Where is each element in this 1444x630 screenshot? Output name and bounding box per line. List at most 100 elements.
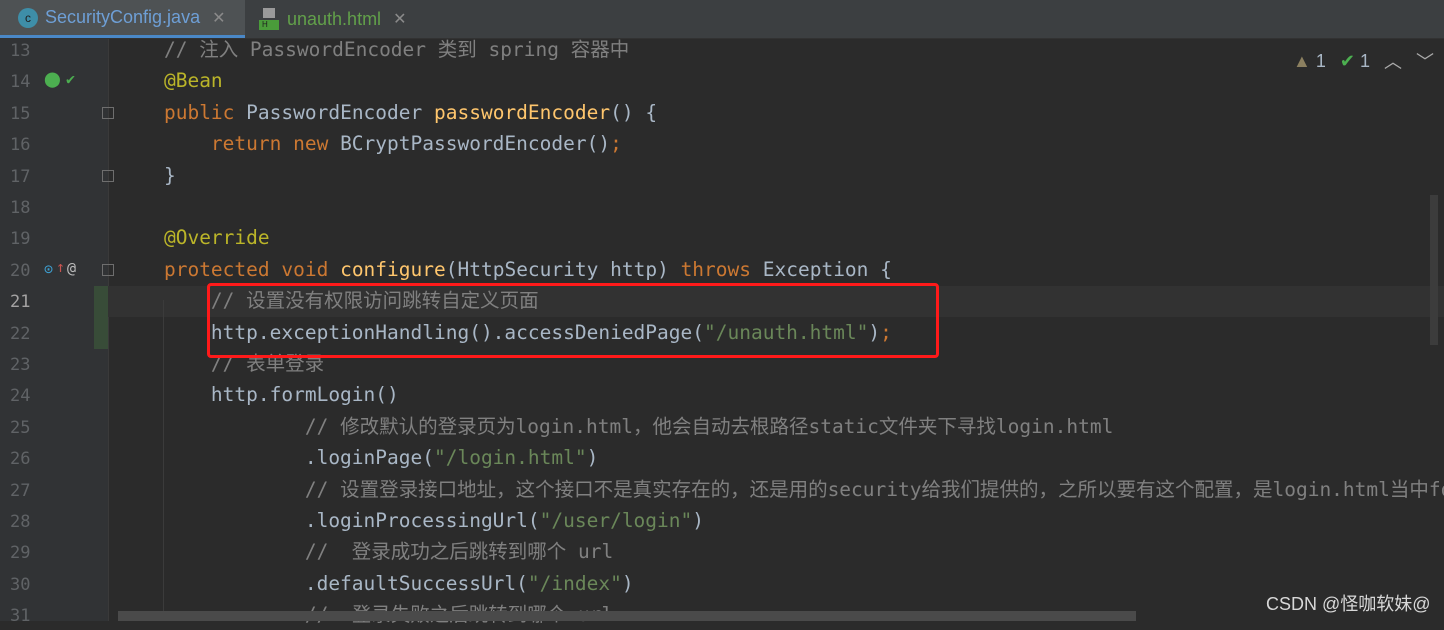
line-number: 15 <box>10 103 31 124</box>
code-token: "/login.html" <box>433 446 587 470</box>
line-number: 29 <box>10 543 31 564</box>
code-token: @Override <box>163 226 270 250</box>
code-line[interactable]: http.formLogin() <box>117 379 399 410</box>
code-token: http.formLogin() <box>117 383 399 407</box>
line-number: 31 <box>10 606 31 627</box>
code-token: BCryptPasswordEncoder() <box>340 132 611 156</box>
implementing-method-icon[interactable]: ⬤ <box>44 70 61 88</box>
inspection-widget[interactable]: ▲ 1 ✔ 1 ︿ ﹀ <box>1293 48 1434 74</box>
code-token: ; <box>610 132 622 156</box>
line-number: 13 <box>10 41 31 61</box>
code-line[interactable]: } <box>117 160 176 191</box>
line-number: 21 <box>10 292 31 313</box>
code-line[interactable]: // 登录成功之后跳转到哪个 url <box>117 536 613 567</box>
close-tab-icon[interactable]: ✕ <box>393 9 406 29</box>
typo-check-icon: ✔ <box>1339 50 1355 71</box>
code-token: ) <box>586 446 599 470</box>
code-line[interactable]: protected void configure(HttpSecurity ht… <box>117 254 892 285</box>
line-number: 30 <box>10 574 31 595</box>
java-class-icon: c <box>18 7 38 28</box>
annotation-at-icon[interactable]: @ <box>67 259 76 277</box>
code-line[interactable]: // 注入 PasswordEncoder 类到 spring 容器中 <box>117 34 629 65</box>
line-number: 17 <box>10 166 31 187</box>
up-arrow-icon[interactable]: ↑ <box>56 258 65 276</box>
code-token: // 登录成功之后跳转到哪个 url <box>304 540 614 564</box>
code-token: throws <box>680 257 763 281</box>
fold-marker[interactable] <box>102 264 114 276</box>
bean-icon[interactable]: ✔ <box>66 70 75 88</box>
code-line[interactable]: public PasswordEncoder passwordEncoder()… <box>117 97 657 128</box>
horizontal-scrollbar[interactable] <box>118 611 1136 621</box>
previous-highlight-icon[interactable]: ︿ <box>1384 48 1402 74</box>
code-token: Exception { <box>762 257 892 281</box>
code-token: ) <box>692 509 705 532</box>
tab-label: SecurityConfig.java <box>45 7 201 27</box>
code-line[interactable]: .loginProcessingUrl("/user/login") <box>117 505 704 536</box>
code-token: .defaultSuccessUrl( <box>117 571 528 595</box>
code-token: } <box>117 163 176 187</box>
line-number-gutter: 13 14 15 16 17 18 19 20 21 22 23 24 25 26 27 28 29 30 31 <box>0 39 109 626</box>
typo-count: 1 <box>1359 50 1370 71</box>
override-method-icon[interactable]: ⊙ <box>44 260 53 278</box>
code-token: // 注入 PasswordEncoder 类到 spring 容器中 <box>163 38 630 61</box>
tab-securityconfig-java[interactable]: c SecurityConfig.java ✕ <box>0 0 245 38</box>
line-number: 23 <box>10 355 31 375</box>
tab-unauth-html[interactable]: H unauth.html ✕ <box>245 0 406 38</box>
vertical-scrollbar[interactable] <box>1430 195 1438 345</box>
tab-label: unauth.html <box>287 8 382 29</box>
watermark: CSDN @怪咖软妹@ <box>1266 594 1431 614</box>
code-line[interactable]: @Override <box>117 222 270 253</box>
fold-marker[interactable] <box>102 107 114 119</box>
code-token: "/index" <box>527 571 622 595</box>
code-token: "/user/login" <box>539 509 693 532</box>
line-number: 26 <box>10 449 31 470</box>
line-number: 22 <box>10 323 31 344</box>
code-line[interactable]: @Bean <box>117 65 223 96</box>
code-line[interactable]: // 修改默认的登录页为login.html，他会自动去根路径static文件夹… <box>117 411 1113 442</box>
warning-icon: ▲ <box>1293 50 1311 71</box>
code-token: PasswordEncoder <box>246 100 434 124</box>
line-number: 19 <box>10 229 31 250</box>
code-token: // 修改默认的登录页为login.html，他会自动去根路径static文件夹… <box>304 414 1114 438</box>
html-file-icon: H <box>259 8 279 30</box>
close-tab-icon[interactable]: ✕ <box>212 8 225 28</box>
code-token: passwordEncoder <box>434 100 611 124</box>
code-token: (HttpSecurity http) <box>445 257 681 281</box>
code-token: () { <box>610 100 658 124</box>
line-number: 14 <box>10 72 31 93</box>
code-token: @Bean <box>163 69 223 93</box>
next-highlight-icon[interactable]: ﹀ <box>1416 48 1434 74</box>
line-number: 27 <box>10 480 31 501</box>
code-line[interactable]: // 设置登录接口地址，这个接口不是真实存在的，还是用的security给我们提… <box>117 474 1444 505</box>
line-number: 25 <box>10 417 31 438</box>
code-line[interactable]: return new BCryptPasswordEncoder(); <box>117 128 622 159</box>
line-number: 18 <box>10 198 31 218</box>
code-token: public <box>163 100 247 124</box>
code-token: .loginProcessingUrl( <box>117 509 540 532</box>
code-token: configure <box>340 257 446 281</box>
warning-count: 1 <box>1315 50 1326 71</box>
code-line[interactable]: .defaultSuccessUrl("/index") <box>117 568 634 599</box>
line-number: 24 <box>10 386 31 407</box>
code-token: protected void <box>163 257 341 281</box>
code-token: return new <box>210 132 341 156</box>
code-line[interactable]: .loginPage("/login.html") <box>117 442 599 473</box>
highlight-annotation-box <box>207 283 939 358</box>
fold-marker[interactable] <box>102 170 114 182</box>
code-token: .loginPage( <box>117 446 434 470</box>
line-number: 20 <box>10 260 31 281</box>
vcs-change-marker[interactable] <box>94 286 108 349</box>
line-number: 16 <box>10 135 31 156</box>
line-number: 28 <box>10 512 31 532</box>
